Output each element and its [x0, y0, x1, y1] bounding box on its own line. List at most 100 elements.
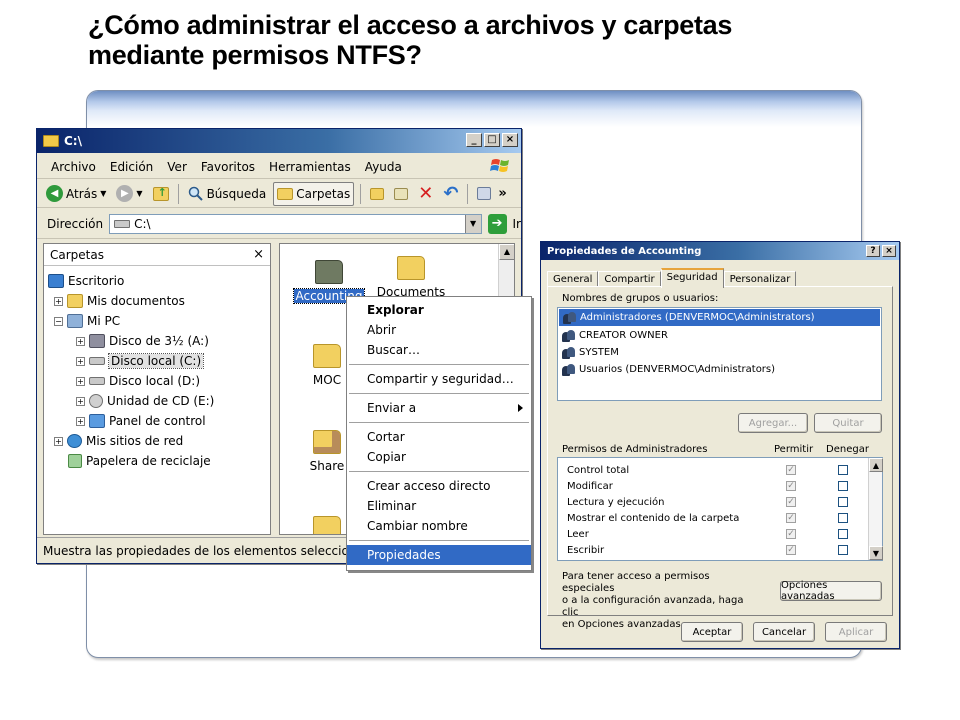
- go-arrow-icon[interactable]: ➔: [487, 213, 507, 234]
- frame-header-band: [87, 91, 861, 127]
- scroll-down-icon[interactable]: ▼: [869, 546, 883, 560]
- maximize-button[interactable]: □: [484, 133, 500, 147]
- menu-item-cambiar-nombre[interactable]: Cambiar nombre: [347, 516, 531, 536]
- menu-item-compartir-seguridad[interactable]: Compartir y seguridad…: [347, 369, 531, 389]
- copy-to-button[interactable]: [391, 182, 411, 206]
- back-button[interactable]: ◀ Atrás ▼: [43, 182, 109, 206]
- up-folder-button[interactable]: ↑: [150, 182, 172, 206]
- list-item-creator-owner[interactable]: CREATOR OWNER: [558, 327, 881, 344]
- permission-name: Control total: [567, 464, 630, 476]
- chevron-down-icon[interactable]: ▼: [464, 214, 481, 233]
- allow-checkbox[interactable]: ✓: [786, 529, 796, 539]
- deny-checkbox[interactable]: [838, 529, 848, 539]
- tab-personalizar[interactable]: Personalizar: [723, 271, 797, 287]
- advanced-options-button[interactable]: Opciones avanzadas: [780, 580, 882, 602]
- expand-icon[interactable]: +: [76, 336, 85, 346]
- menu-item-cortar[interactable]: Cortar: [347, 427, 531, 447]
- ok-button[interactable]: Aceptar: [681, 622, 743, 642]
- tab-seguridad[interactable]: Seguridad: [660, 268, 724, 288]
- tree-item-floppy[interactable]: + Disco de 3½ (A:): [76, 334, 209, 348]
- file-item-documents[interactable]: Documents: [376, 256, 446, 299]
- deny-checkbox[interactable]: [838, 497, 848, 507]
- toolbar-overflow-chevron[interactable]: »: [498, 186, 506, 201]
- hard-drive-icon: [89, 377, 105, 385]
- close-icon[interactable]: ×: [253, 247, 264, 262]
- tree-item-sitios-red[interactable]: + Mis sitios de red: [54, 434, 183, 448]
- tree-item-papelera[interactable]: Papelera de reciclaje: [68, 454, 211, 468]
- deny-checkbox[interactable]: [838, 545, 848, 555]
- menu-ayuda[interactable]: Ayuda: [365, 160, 402, 174]
- move-to-button[interactable]: [367, 182, 387, 206]
- forward-button[interactable]: ▶ ▼: [113, 182, 145, 206]
- add-button[interactable]: Agregar...: [738, 413, 808, 433]
- close-button[interactable]: ×: [882, 245, 896, 257]
- allow-checkbox[interactable]: ✓: [786, 513, 796, 523]
- menu-item-enviar-a[interactable]: Enviar a: [347, 398, 531, 418]
- menu-archivo[interactable]: Archivo: [51, 160, 96, 174]
- expand-icon[interactable]: +: [54, 296, 63, 306]
- deny-checkbox[interactable]: [838, 513, 848, 523]
- permissions-scrollbar[interactable]: ▲ ▼: [868, 458, 883, 560]
- menu-herramientas[interactable]: Herramientas: [269, 160, 351, 174]
- permission-row: Mostrar el contenido de la carpeta: [558, 510, 739, 526]
- menu-ver[interactable]: Ver: [167, 160, 187, 174]
- tree-item-mis-documentos[interactable]: + Mis documentos: [54, 294, 185, 308]
- expand-icon[interactable]: +: [76, 416, 85, 426]
- address-input[interactable]: C:\ ▼: [109, 213, 482, 234]
- tree-item-disco-local-d[interactable]: + Disco local (D:): [76, 374, 200, 388]
- undo-button[interactable]: ↶: [440, 182, 461, 206]
- apply-button[interactable]: Aplicar: [825, 622, 887, 642]
- menu-item-crear-acceso-directo[interactable]: Crear acceso directo: [347, 476, 531, 496]
- expand-icon[interactable]: +: [76, 356, 85, 366]
- menu-favoritos[interactable]: Favoritos: [201, 160, 255, 174]
- menu-item-eliminar[interactable]: Eliminar: [347, 496, 531, 516]
- tree-item-label: Papelera de reciclaje: [86, 454, 211, 468]
- permission-row: Modificar: [558, 478, 613, 494]
- tree-item-escritorio[interactable]: Escritorio: [48, 274, 124, 288]
- folder-pane-title: Carpetas: [50, 247, 104, 262]
- properties-titlebar[interactable]: Propiedades de Accounting ? ×: [541, 242, 899, 260]
- scroll-up-icon[interactable]: ▲: [499, 244, 514, 260]
- help-button[interactable]: ?: [866, 245, 880, 257]
- allow-checkbox[interactable]: ✓: [786, 465, 796, 475]
- menu-item-label: Explorar: [367, 303, 424, 317]
- menu-item-buscar[interactable]: Buscar…: [347, 340, 531, 360]
- tab-general[interactable]: General: [547, 271, 599, 287]
- expand-icon[interactable]: +: [76, 396, 85, 406]
- allow-checkbox[interactable]: ✓: [786, 481, 796, 491]
- cancel-button[interactable]: Cancelar: [753, 622, 815, 642]
- expand-icon[interactable]: +: [54, 436, 63, 446]
- delete-button[interactable]: ✕: [415, 182, 436, 206]
- tree-item-cd[interactable]: + Unidad de CD (E:): [76, 394, 214, 408]
- users-list[interactable]: Administradores (DENVERMOC\Administrator…: [557, 307, 882, 401]
- go-label[interactable]: Ir: [513, 217, 521, 231]
- deny-checkbox[interactable]: [838, 465, 848, 475]
- list-item-usuarios[interactable]: Usuarios (DENVERMOC\Administrators): [558, 361, 881, 378]
- permissions-label: Permisos de Administradores: [562, 444, 708, 455]
- collapse-icon[interactable]: −: [54, 316, 63, 326]
- list-item-administradores[interactable]: Administradores (DENVERMOC\Administrator…: [559, 309, 880, 326]
- folders-button[interactable]: Carpetas: [273, 181, 355, 206]
- views-button[interactable]: [474, 182, 494, 206]
- tree-item-panel-control[interactable]: + Panel de control: [76, 414, 206, 428]
- tree-item-mi-pc[interactable]: − Mi PC: [54, 314, 120, 328]
- list-item-system[interactable]: SYSTEM: [558, 344, 881, 361]
- deny-checkbox[interactable]: [838, 481, 848, 491]
- menu-item-abrir[interactable]: Abrir: [347, 320, 531, 340]
- menu-item-propiedades[interactable]: Propiedades: [347, 545, 531, 565]
- allow-checkbox[interactable]: ✓: [786, 497, 796, 507]
- allow-checkbox[interactable]: ✓: [786, 545, 796, 555]
- tree-item-disco-local-c[interactable]: + Disco local (C:): [76, 353, 205, 369]
- menu-item-explorar[interactable]: Explorar: [347, 300, 531, 320]
- scroll-up-icon[interactable]: ▲: [869, 458, 883, 472]
- menu-item-label: Crear acceso directo: [367, 479, 491, 493]
- minimize-button[interactable]: _: [466, 133, 482, 147]
- close-button[interactable]: ×: [502, 133, 518, 147]
- tab-compartir[interactable]: Compartir: [598, 271, 661, 287]
- search-button[interactable]: Búsqueda: [185, 182, 270, 206]
- expand-icon[interactable]: +: [76, 376, 85, 386]
- explorer-titlebar[interactable]: C:\ _ □ ×: [37, 129, 521, 153]
- menu-item-copiar[interactable]: Copiar: [347, 447, 531, 467]
- menu-edicion[interactable]: Edición: [110, 160, 153, 174]
- remove-button[interactable]: Quitar: [814, 413, 882, 433]
